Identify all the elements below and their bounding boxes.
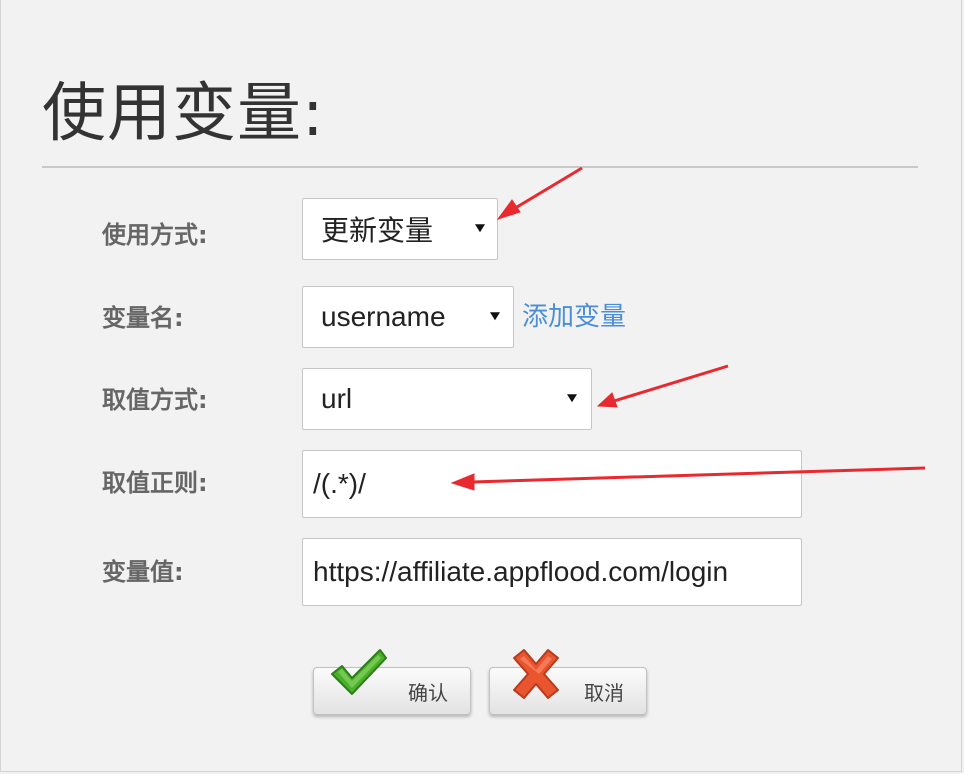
usage-label: 使用方式: xyxy=(102,221,208,249)
caret-down-icon xyxy=(567,394,577,403)
add-variable-link[interactable]: 添加变量 xyxy=(522,301,626,333)
var-value-label: 变量值: xyxy=(102,558,184,586)
usage-select-value: 更新变量 xyxy=(321,215,434,246)
confirm-button-label: 确认 xyxy=(408,681,448,705)
var-name-select-value: username xyxy=(321,301,446,332)
usage-select[interactable]: 更新变量 xyxy=(302,198,498,260)
confirm-button[interactable]: 确认 xyxy=(313,649,471,715)
cancel-button[interactable]: 取消 xyxy=(489,649,647,715)
var-value-input-value: https://affiliate.appflood.com/login xyxy=(313,556,729,587)
regex-input-value: /(.*)/ xyxy=(313,468,366,499)
cancel-button-label: 取消 xyxy=(584,681,624,705)
source-select[interactable]: url xyxy=(302,368,592,430)
var-name-label: 变量名: xyxy=(102,304,184,332)
var-name-select[interactable]: username xyxy=(302,286,514,348)
checkmark-icon xyxy=(331,649,387,695)
source-select-value: url xyxy=(321,383,353,414)
var-value-input[interactable]: https://affiliate.appflood.com/login xyxy=(302,538,802,606)
regex-label: 取值正则: xyxy=(102,469,208,497)
regex-input[interactable]: /(.*)/ xyxy=(302,450,802,518)
caret-down-icon xyxy=(490,312,500,321)
x-icon xyxy=(513,649,559,699)
dialog-title: 使用变量: xyxy=(42,77,325,151)
title-divider xyxy=(42,166,918,168)
caret-down-icon xyxy=(475,224,485,233)
source-label: 取值方式: xyxy=(102,386,208,414)
